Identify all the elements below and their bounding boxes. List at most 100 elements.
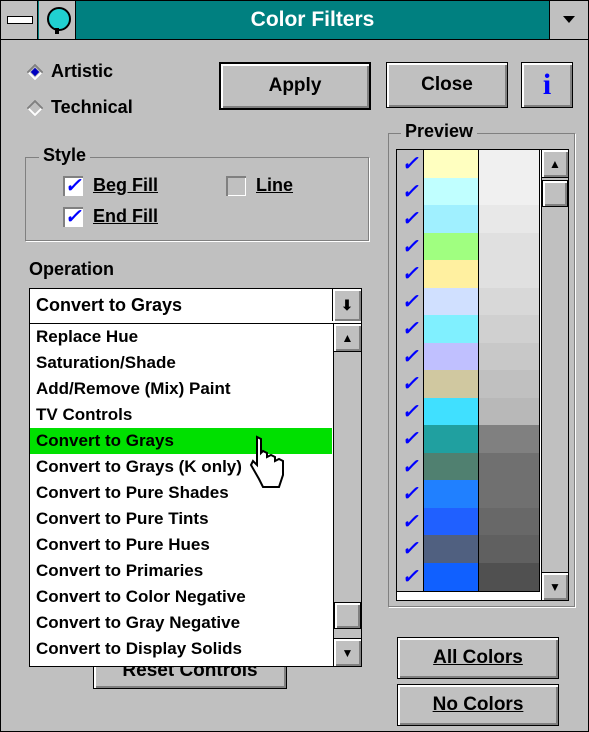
check-icon[interactable]: ✓ [397,370,424,399]
check-icon[interactable]: ✓ [397,535,424,564]
check-icon[interactable]: ✓ [397,315,424,344]
scroll-thumb[interactable] [334,602,361,629]
all-colors-button[interactable]: All Colors [397,637,559,679]
globe-button[interactable] [39,1,76,39]
list-item[interactable]: Convert to Display Solids [30,636,332,662]
arrow-up-icon: ▲ [549,156,561,171]
preview-row[interactable]: ✓ [397,260,541,289]
preview-row[interactable]: ✓ [397,480,541,509]
preview-row[interactable]: ✓ [397,507,541,537]
color-swatch [424,150,479,179]
color-swatch [424,287,479,317]
list-item[interactable]: Convert to Gray Negative [30,610,332,636]
preview-row[interactable]: ✓ [397,535,541,564]
list-item[interactable]: Add/Remove (Mix) Paint [30,376,332,402]
check-icon[interactable]: ✓ [397,260,424,289]
scroll-down-button[interactable]: ▼ [334,638,361,666]
unchecked-box-icon [226,175,246,196]
check-icon[interactable]: ✓ [397,562,424,592]
color-swatch [424,507,479,537]
preview-scroll-thumb[interactable] [542,180,568,207]
beg-fill-checkbox[interactable]: ✓ Beg Fill [63,175,158,196]
filtered-swatch [479,260,540,289]
list-item[interactable]: Convert to Primaries [30,558,332,584]
title-bar: Color Filters [1,1,588,40]
color-swatch [424,342,479,372]
preview-row[interactable]: ✓ [397,150,541,179]
check-icon[interactable]: ✓ [397,397,424,427]
check-icon[interactable]: ✓ [397,342,424,372]
preview-list[interactable]: ✓ ✓ ✓ ✓ ✓ ✓ ✓ ✓ ✓ ✓ ✓ ✓ ✓ ✓ ✓ ✓ ▲ ▼ [396,149,569,601]
filtered-swatch [479,562,540,592]
color-swatch [424,315,479,344]
filtered-swatch [479,425,540,454]
check-icon[interactable]: ✓ [397,177,424,207]
preview-row[interactable]: ✓ [397,287,541,317]
list-item[interactable]: Convert to Color Negative [30,584,332,610]
preview-row[interactable]: ✓ [397,342,541,372]
color-swatch [424,535,479,564]
color-swatch [424,260,479,289]
filtered-swatch [479,315,540,344]
operation-combobox[interactable]: Convert to Grays ⬇ [29,288,362,324]
list-item[interactable]: Saturation/Shade [30,350,332,376]
technical-label: Technical [51,97,133,117]
operation-listbox[interactable]: Replace Hue Saturation/Shade Add/Remove (M… [29,323,362,667]
preview-row[interactable]: ✓ [397,232,541,262]
preview-row[interactable]: ✓ [397,370,541,399]
check-icon[interactable]: ✓ [397,452,424,482]
line-checkbox[interactable]: Line [226,175,293,196]
chevron-down-icon [563,16,575,23]
preview-row[interactable]: ✓ [397,397,541,427]
technical-radio[interactable]: Technical [26,97,133,118]
apply-button[interactable]: Apply [219,62,371,110]
color-swatch [424,177,479,207]
preview-scroll-up-button[interactable]: ▲ [542,150,568,178]
check-icon[interactable]: ✓ [397,507,424,537]
title-dropdown-button[interactable] [549,1,588,39]
check-icon[interactable]: ✓ [397,205,424,234]
system-menu-button[interactable] [1,1,38,39]
artistic-label: Artistic [51,61,114,81]
check-icon[interactable]: ✓ [397,232,424,262]
operation-dropdown-button[interactable]: ⬇ [332,289,361,321]
preview-row[interactable]: ✓ [397,205,541,234]
list-item[interactable]: Replace Hue [30,324,332,350]
artistic-radio[interactable]: Artistic [26,61,114,82]
info-button[interactable]: i [521,62,573,108]
arrow-down-icon: ▼ [549,579,561,594]
no-colors-button[interactable]: No Colors [397,684,559,726]
radio-unselected-icon [26,99,44,116]
line-label: Line [256,175,294,195]
close-button[interactable]: Close [386,62,508,108]
list-item[interactable]: Convert to Pure Tints [30,506,332,532]
preview-row[interactable]: ✓ [397,562,541,592]
beg-fill-label: Beg Fill [93,175,159,195]
filtered-swatch [479,342,540,372]
operation-scrollbar[interactable]: ▲ ▼ [333,324,361,666]
hand-cursor-icon [249,435,284,488]
preview-scroll-down-button[interactable]: ▼ [542,572,568,600]
preview-row[interactable]: ✓ [397,315,541,344]
style-group-label: Style [39,145,91,166]
preview-row[interactable]: ✓ [397,452,541,482]
check-icon[interactable]: ✓ [397,150,424,179]
preview-scrollbar[interactable]: ▲ ▼ [541,150,568,600]
system-menu-icon [7,16,33,24]
no-colors-label: No Colors [432,694,524,715]
preview-group-label: Preview [401,121,478,142]
preview-row[interactable]: ✓ [397,425,541,454]
scroll-up-button[interactable]: ▲ [334,324,361,352]
operation-label: Operation [29,259,115,279]
check-icon[interactable]: ✓ [397,425,424,454]
filtered-swatch [479,507,540,537]
list-item[interactable]: TV Controls [30,402,332,428]
end-fill-checkbox[interactable]: ✓ End Fill [63,206,158,227]
check-icon[interactable]: ✓ [397,287,424,317]
list-item[interactable]: Convert to Pure Hues [30,532,332,558]
color-swatch [424,232,479,262]
preview-row[interactable]: ✓ [397,177,541,207]
check-icon[interactable]: ✓ [397,480,424,509]
color-swatch [424,452,479,482]
filtered-swatch [479,150,540,179]
